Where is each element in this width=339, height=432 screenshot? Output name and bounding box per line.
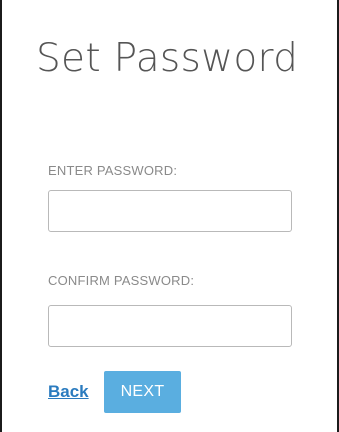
- back-link[interactable]: Back: [48, 382, 89, 402]
- enter-password-label: ENTER PASSWORD:: [48, 163, 178, 178]
- enter-password-input[interactable]: [48, 190, 292, 232]
- page-title: Set Password: [36, 36, 299, 81]
- set-password-panel: Set Password ENTER PASSWORD: CONFIRM PAS…: [0, 0, 339, 432]
- confirm-password-label: CONFIRM PASSWORD:: [48, 273, 195, 288]
- confirm-password-input[interactable]: [48, 305, 292, 347]
- next-button[interactable]: NEXT: [104, 371, 181, 413]
